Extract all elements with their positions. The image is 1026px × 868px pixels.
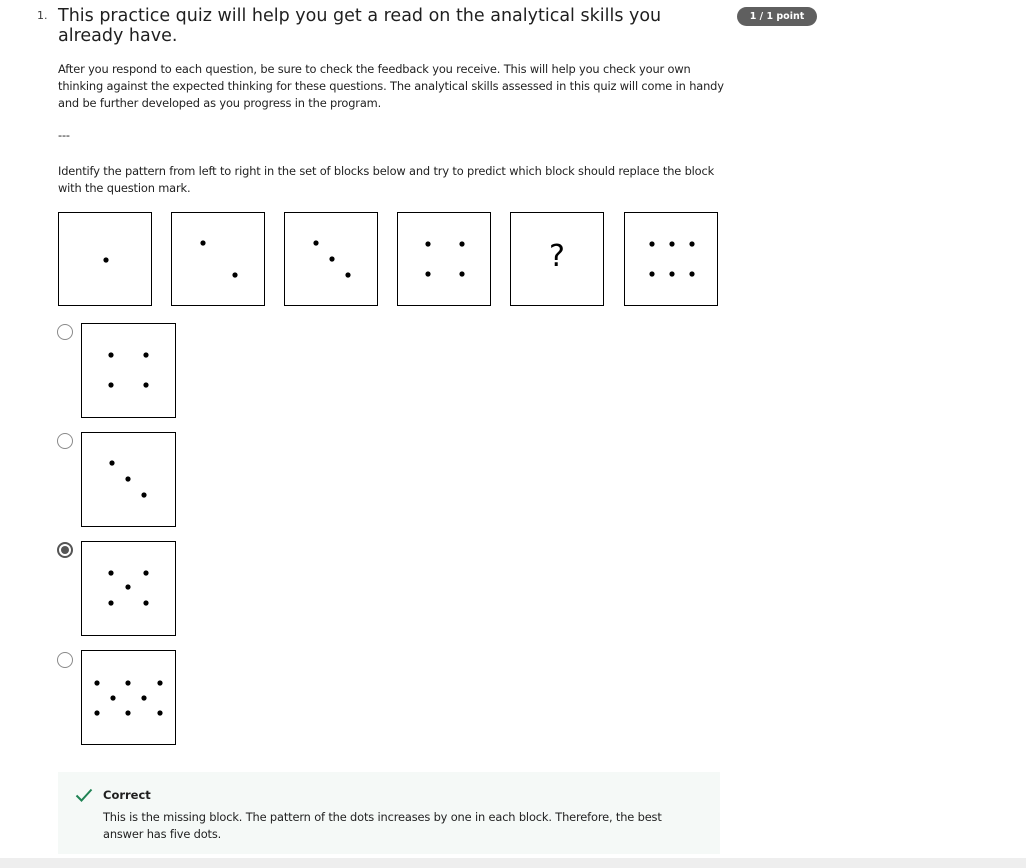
dots-eight-icon xyxy=(94,680,163,716)
feedback-status: Correct xyxy=(103,788,151,802)
option-block-2[interactable] xyxy=(81,432,176,527)
intro-text: After you respond to each question, be s… xyxy=(58,62,724,110)
sequence-block-1 xyxy=(58,212,152,306)
separator-text: --- xyxy=(58,128,70,142)
dots-four-icon xyxy=(108,352,149,388)
option-block-4[interactable] xyxy=(81,650,176,745)
score-badge: 1 / 1 point xyxy=(737,7,817,26)
sequence-block-4 xyxy=(397,212,491,306)
sequence-block-3 xyxy=(284,212,378,306)
prompt-text: Identify the pattern from left to right … xyxy=(58,164,715,195)
question-mark: ? xyxy=(549,239,565,274)
dots-four-icon xyxy=(425,241,465,277)
sequence-block-2 xyxy=(171,212,265,306)
feedback-panel: Correct This is the missing block. The p… xyxy=(58,772,720,854)
option-block-3[interactable] xyxy=(81,541,176,636)
option-radio-1[interactable] xyxy=(57,324,73,340)
checkmark-icon xyxy=(75,788,93,802)
dots-three-icon xyxy=(109,460,147,498)
bottom-bar xyxy=(0,858,1026,868)
dots-five-icon xyxy=(108,570,149,606)
question-title: This practice quiz will help you get a r… xyxy=(58,6,662,46)
dots-three-icon xyxy=(313,240,351,278)
dots-two-icon xyxy=(200,240,238,278)
dots-one-icon xyxy=(103,257,109,263)
option-radio-2[interactable] xyxy=(57,433,73,449)
question-number: 1. xyxy=(37,9,48,22)
feedback-text: This is the missing block. The pattern o… xyxy=(103,810,662,841)
option-block-1[interactable] xyxy=(81,323,176,418)
sequence-block-missing: ? xyxy=(510,212,604,306)
dots-six-icon xyxy=(649,241,695,277)
option-radio-3[interactable] xyxy=(57,542,73,558)
sequence-block-6 xyxy=(624,212,718,306)
option-radio-4[interactable] xyxy=(57,652,73,668)
